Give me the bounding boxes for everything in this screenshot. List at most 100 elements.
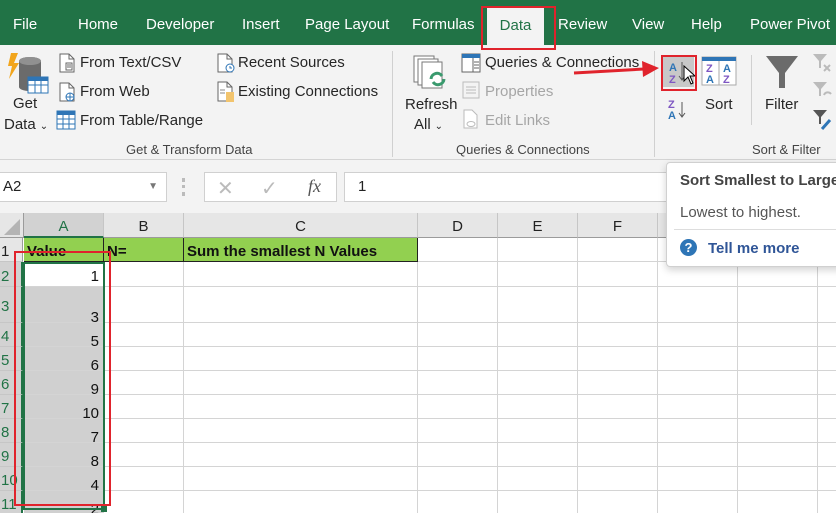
cell-c3[interactable]	[184, 287, 418, 323]
cell-c11[interactable]	[184, 491, 418, 513]
cell-e11[interactable]	[498, 491, 578, 513]
cell-b3[interactable]	[104, 287, 184, 323]
cell-h9[interactable]	[738, 443, 818, 467]
column-header-e[interactable]: E	[498, 213, 578, 238]
get-data-button[interactable]: Data ⌄	[4, 116, 48, 133]
reapply-filter-icon[interactable]	[812, 81, 832, 106]
cell-c6[interactable]	[184, 371, 418, 395]
tab-file[interactable]: File	[13, 0, 37, 45]
sort-descending-button[interactable]: ZA	[666, 97, 692, 126]
edit-links-button[interactable]: Edit Links	[485, 112, 550, 129]
column-header-c[interactable]: C	[184, 213, 418, 238]
tell-me-more-link[interactable]: Tell me more	[708, 240, 799, 257]
cell-d11[interactable]	[418, 491, 498, 513]
advanced-filter-icon[interactable]	[812, 109, 832, 136]
cell-i11[interactable]	[818, 491, 836, 513]
cell-c7[interactable]	[184, 395, 418, 419]
cell-g6[interactable]	[658, 371, 738, 395]
name-box[interactable]: A2 ▼	[0, 172, 167, 202]
cell-f9[interactable]	[578, 443, 658, 467]
cell-h5[interactable]	[738, 347, 818, 371]
cell-d7[interactable]	[418, 395, 498, 419]
clear-filter-icon[interactable]	[812, 53, 832, 78]
cell-i7[interactable]	[818, 395, 836, 419]
cell-c1[interactable]: Sum the smallest N Values	[184, 238, 418, 262]
from-text-csv-button[interactable]: From Text/CSV	[80, 54, 181, 71]
tab-power-pivot[interactable]: Power Pivot	[750, 0, 830, 45]
cell-i5[interactable]	[818, 347, 836, 371]
cell-i10[interactable]	[818, 467, 836, 491]
cell-f1[interactable]	[578, 238, 658, 262]
column-header-a[interactable]: A	[24, 213, 104, 238]
cell-e2[interactable]	[498, 262, 578, 287]
sort-button[interactable]: Sort	[705, 96, 733, 113]
cell-c2[interactable]	[184, 262, 418, 287]
cell-e5[interactable]	[498, 347, 578, 371]
cell-f4[interactable]	[578, 323, 658, 347]
tab-review[interactable]: Review	[558, 0, 607, 45]
cell-f6[interactable]	[578, 371, 658, 395]
cell-h3[interactable]	[738, 287, 818, 323]
column-header-f[interactable]: F	[578, 213, 658, 238]
cell-i8[interactable]	[818, 419, 836, 443]
chevron-down-icon[interactable]: ▼	[148, 173, 158, 201]
from-web-button[interactable]: From Web	[80, 83, 150, 100]
cell-e3[interactable]	[498, 287, 578, 323]
cell-f3[interactable]	[578, 287, 658, 323]
tab-help[interactable]: Help	[691, 0, 722, 45]
cell-d1[interactable]	[418, 238, 498, 262]
cell-b2[interactable]	[104, 262, 184, 287]
tab-insert[interactable]: Insert	[242, 0, 280, 45]
cell-d8[interactable]	[418, 419, 498, 443]
cell-b6[interactable]	[104, 371, 184, 395]
cell-f5[interactable]	[578, 347, 658, 371]
cell-g8[interactable]	[658, 419, 738, 443]
filter-button[interactable]: Filter	[765, 96, 798, 113]
cell-h10[interactable]	[738, 467, 818, 491]
cell-g5[interactable]	[658, 347, 738, 371]
fill-handle[interactable]	[101, 506, 107, 512]
cell-d4[interactable]	[418, 323, 498, 347]
cell-d2[interactable]	[418, 262, 498, 287]
cell-c9[interactable]	[184, 443, 418, 467]
cell-g4[interactable]	[658, 323, 738, 347]
cell-g7[interactable]	[658, 395, 738, 419]
cancel-icon[interactable]: ✕	[217, 176, 234, 201]
cell-b1[interactable]: N=	[104, 238, 184, 262]
cell-e7[interactable]	[498, 395, 578, 419]
cell-b11[interactable]	[104, 491, 184, 513]
cell-e1[interactable]	[498, 238, 578, 262]
cell-i4[interactable]	[818, 323, 836, 347]
from-table-range-button[interactable]: From Table/Range	[80, 112, 203, 129]
cell-b7[interactable]	[104, 395, 184, 419]
cell-c4[interactable]	[184, 323, 418, 347]
cell-d5[interactable]	[418, 347, 498, 371]
cell-i9[interactable]	[818, 443, 836, 467]
cell-d6[interactable]	[418, 371, 498, 395]
tab-page-layout[interactable]: Page Layout	[305, 0, 389, 45]
resize-handle[interactable]	[182, 178, 185, 196]
tab-home[interactable]: Home	[78, 0, 118, 45]
insert-function-icon[interactable]: fx	[308, 176, 321, 197]
select-all-button[interactable]	[0, 213, 24, 238]
cell-g9[interactable]	[658, 443, 738, 467]
cell-g10[interactable]	[658, 467, 738, 491]
cell-e8[interactable]	[498, 419, 578, 443]
cell-b9[interactable]	[104, 443, 184, 467]
cell-h7[interactable]	[738, 395, 818, 419]
cell-h11[interactable]	[738, 491, 818, 513]
cell-e10[interactable]	[498, 467, 578, 491]
cell-e6[interactable]	[498, 371, 578, 395]
recent-sources-button[interactable]: Recent Sources	[238, 54, 345, 71]
cell-b8[interactable]	[104, 419, 184, 443]
cell-h8[interactable]	[738, 419, 818, 443]
cell-c8[interactable]	[184, 419, 418, 443]
properties-button[interactable]: Properties	[485, 83, 553, 100]
cell-h4[interactable]	[738, 323, 818, 347]
cell-d3[interactable]	[418, 287, 498, 323]
cell-g3[interactable]	[658, 287, 738, 323]
cell-e9[interactable]	[498, 443, 578, 467]
tab-developer[interactable]: Developer	[146, 0, 214, 45]
cell-f10[interactable]	[578, 467, 658, 491]
cell-f7[interactable]	[578, 395, 658, 419]
